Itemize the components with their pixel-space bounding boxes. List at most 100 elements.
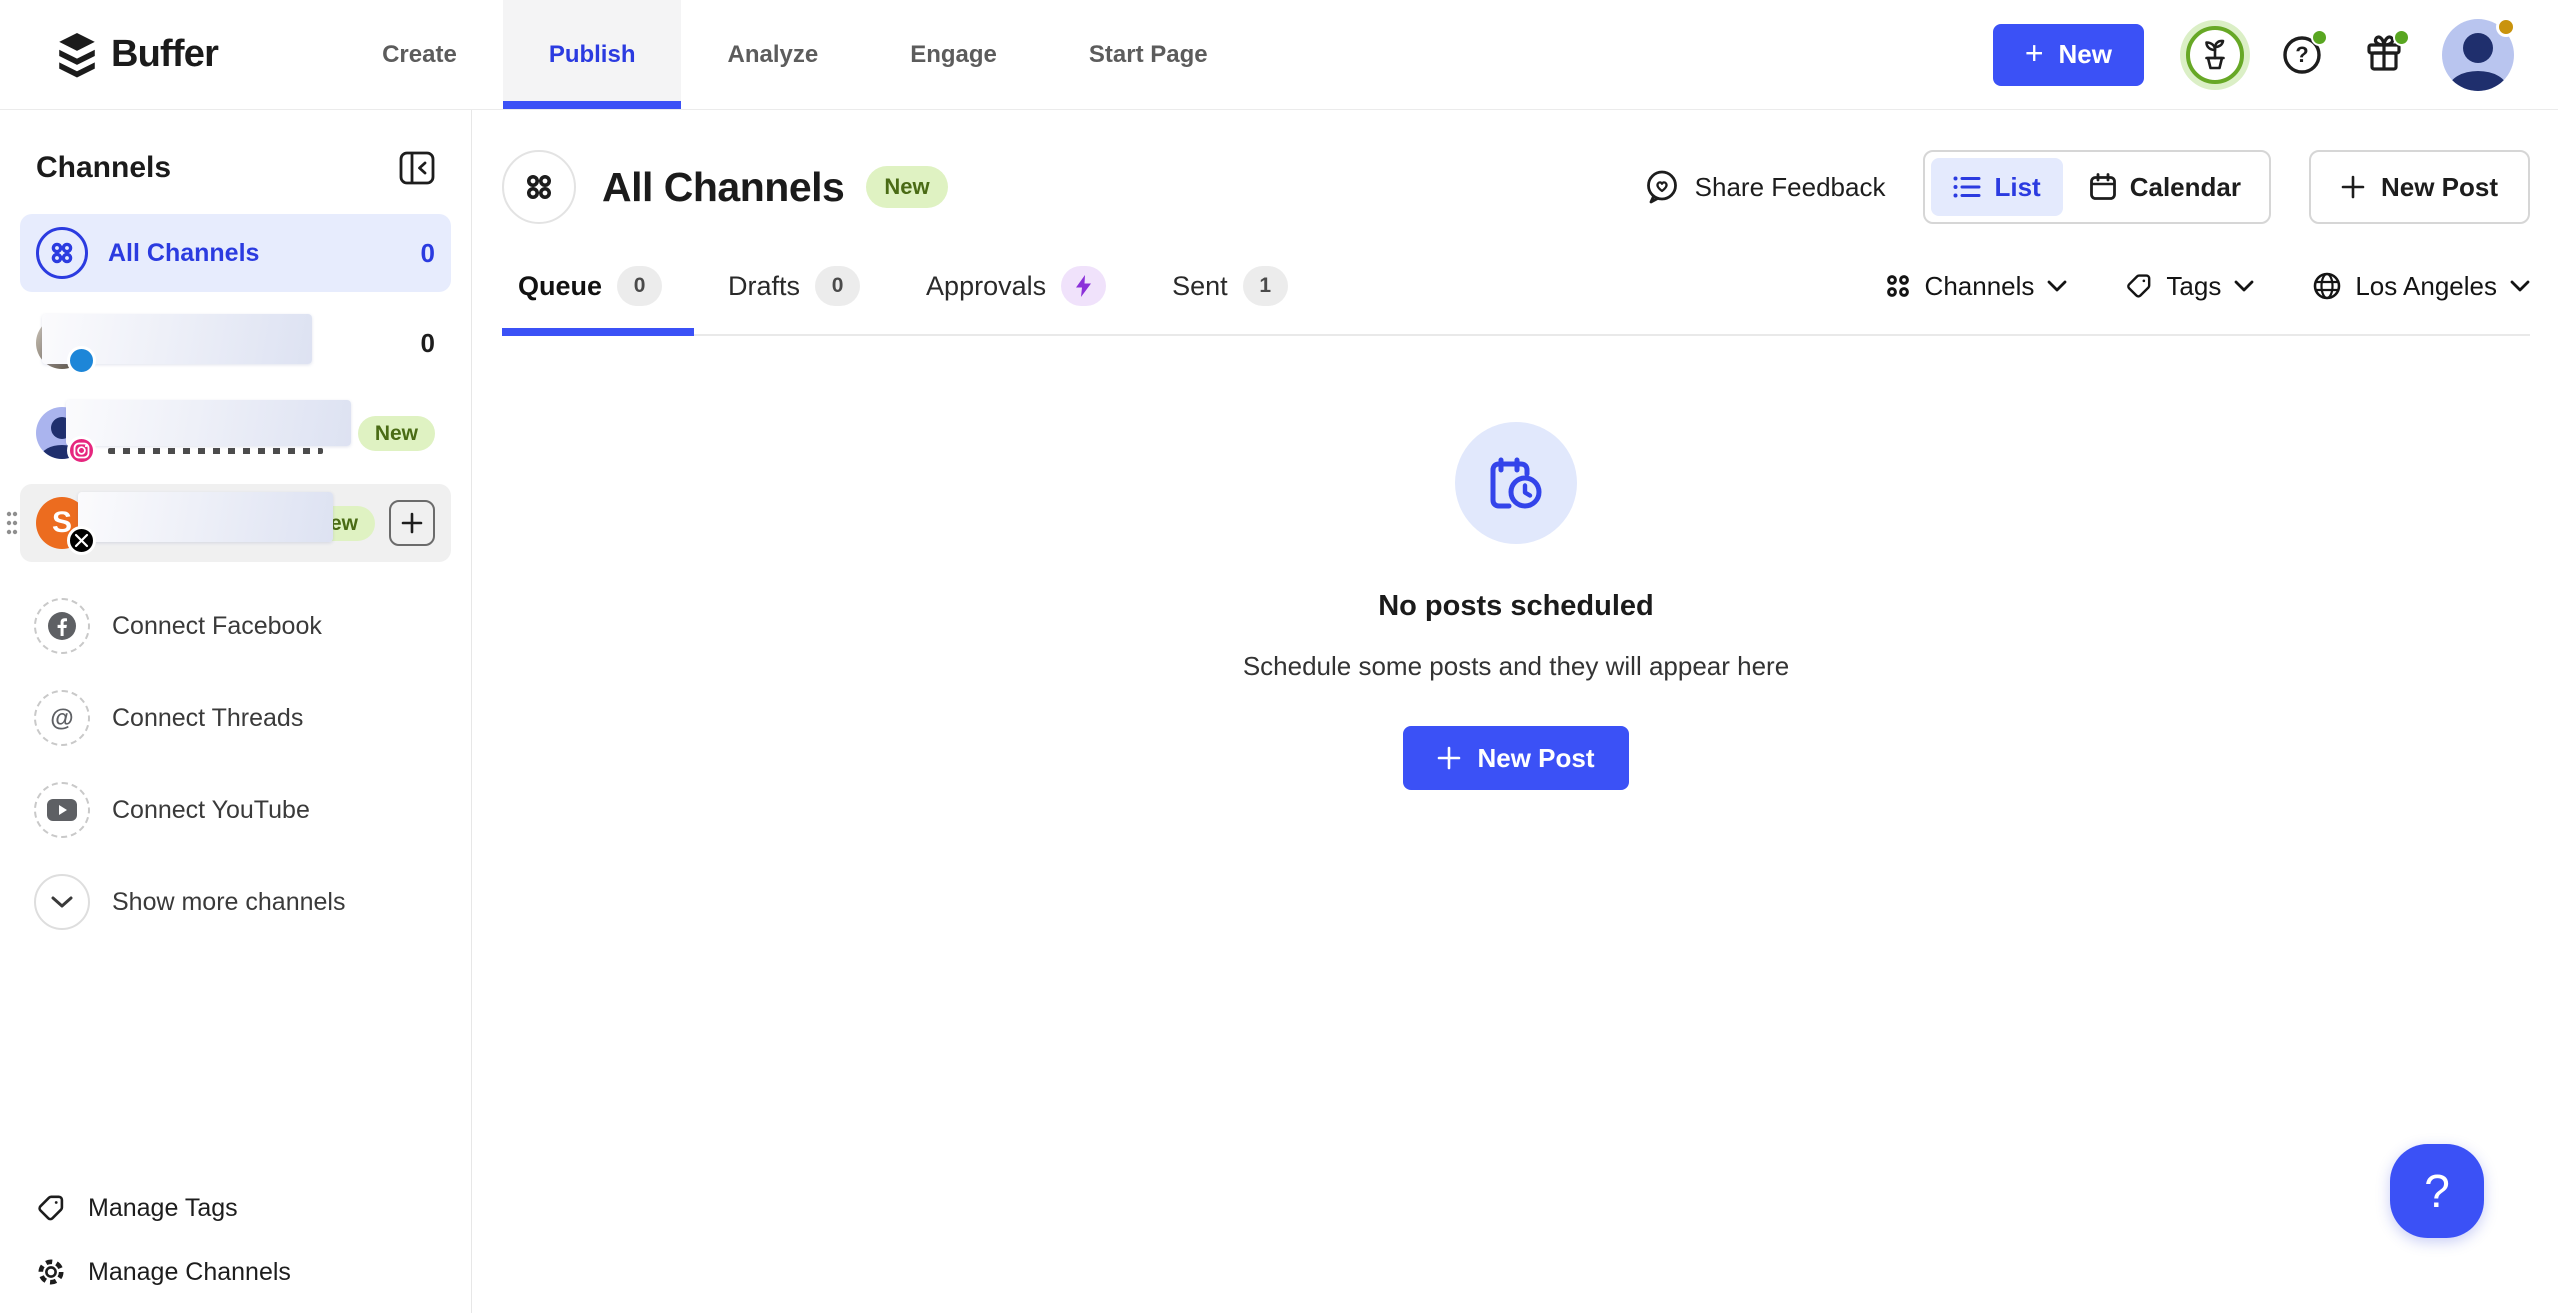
sidebar-item-channel-1[interactable]: 0	[20, 304, 451, 382]
growth-streak-button[interactable]	[2186, 26, 2244, 84]
view-toggle-list[interactable]: List	[1931, 158, 2062, 216]
sidebar-item-channel-2[interactable]: New	[20, 394, 451, 472]
bolt-icon	[1061, 266, 1106, 306]
connect-label: Connect Threads	[112, 704, 303, 733]
svg-text:?: ?	[2295, 42, 2308, 67]
tab-queue[interactable]: Queue 0	[518, 266, 662, 306]
plus-icon	[1437, 746, 1461, 770]
plus-icon	[2341, 175, 2365, 199]
buffer-logo[interactable]: Buffer	[56, 0, 218, 109]
share-feedback-button[interactable]: Share Feedback	[1643, 168, 1886, 206]
filter-channels[interactable]: Channels	[1884, 271, 2068, 302]
tab-sent[interactable]: Sent 1	[1172, 266, 1288, 306]
list-label: List	[1994, 172, 2040, 203]
manage-tags-button[interactable]: Manage Tags	[36, 1193, 435, 1223]
share-feedback-label: Share Feedback	[1695, 172, 1886, 203]
nav-item-create[interactable]: Create	[336, 0, 503, 109]
sidebar-item-channel-3[interactable]: S New	[20, 484, 451, 562]
filter-label: Channels	[1925, 271, 2035, 302]
avatar-status-dot	[2496, 17, 2516, 37]
tab-approvals[interactable]: Approvals	[926, 266, 1106, 306]
all-channels-icon	[36, 227, 88, 279]
help-widget-button[interactable]: ?	[2390, 1144, 2484, 1238]
filter-label: Tags	[2166, 271, 2221, 302]
new-button[interactable]: + New	[1993, 24, 2144, 86]
collapse-sidebar-button[interactable]	[397, 148, 437, 188]
sidebar-item-all-channels[interactable]: All Channels 0	[20, 214, 451, 292]
help-menu-button[interactable]: ?	[2278, 31, 2326, 79]
threads-icon: @	[34, 690, 90, 746]
plant-icon	[2198, 38, 2232, 72]
active-tab-indicator	[502, 328, 694, 336]
top-nav: Buffer Create Publish Analyze Engage Sta…	[0, 0, 2558, 110]
redaction-blur	[66, 400, 351, 446]
channels-sidebar: Channels	[0, 110, 472, 1313]
manage-channels-label: Manage Channels	[88, 1258, 291, 1287]
chevron-down-icon	[2510, 280, 2530, 292]
new-post-button-empty-state[interactable]: New Post	[1403, 726, 1628, 790]
panel-collapse-icon	[399, 151, 435, 185]
page-title: All Channels	[602, 164, 844, 211]
globe-icon	[2312, 271, 2342, 301]
empty-state-subtitle: Schedule some posts and they will appear…	[1243, 651, 1789, 682]
account-avatar[interactable]	[2442, 19, 2514, 91]
chevron-down-icon	[2047, 280, 2067, 292]
nav-item-engage[interactable]: Engage	[864, 0, 1043, 109]
connect-facebook[interactable]: Connect Facebook	[20, 598, 451, 654]
feedback-bubble-icon	[1643, 168, 1681, 206]
svg-text:@: @	[50, 705, 73, 732]
tab-label: Approvals	[926, 271, 1046, 302]
empty-state: No posts scheduled Schedule some posts a…	[502, 422, 2530, 790]
list-icon	[1953, 174, 1981, 200]
empty-state-title: No posts scheduled	[1378, 590, 1654, 623]
show-more-label: Show more channels	[112, 888, 345, 917]
manage-tags-label: Manage Tags	[88, 1194, 238, 1223]
gift-notification-dot	[2393, 29, 2410, 46]
nav-item-analyze[interactable]: Analyze	[681, 0, 864, 109]
tag-icon	[36, 1193, 66, 1223]
plus-icon: +	[2025, 37, 2044, 69]
connect-label: Connect Facebook	[112, 612, 322, 641]
connect-threads[interactable]: @ Connect Threads	[20, 690, 451, 746]
chevron-down-icon	[2234, 280, 2254, 292]
youtube-icon	[34, 782, 90, 838]
channel-label: All Channels	[108, 239, 421, 268]
tab-label: Drafts	[728, 271, 800, 302]
channel-count: 0	[421, 238, 435, 269]
sidebar-title: Channels	[36, 151, 171, 185]
main-nav: Create Publish Analyze Engage Start Page	[336, 0, 1254, 109]
redaction-blur	[78, 492, 333, 542]
nav-right-cluster: + New ?	[1993, 0, 2514, 109]
filter-tags[interactable]: Tags	[2125, 271, 2254, 302]
channel-count: 0	[421, 328, 435, 359]
connect-channel-list: Connect Facebook @ Connect Threads Con	[0, 598, 471, 930]
brand-name: Buffer	[111, 33, 218, 76]
gift-button[interactable]	[2360, 31, 2408, 79]
filter-timezone[interactable]: Los Angeles	[2312, 271, 2530, 302]
add-to-channel-button[interactable]	[389, 500, 435, 546]
queue-filters: Channels Tags	[1884, 271, 2530, 302]
connect-label: Connect YouTube	[112, 796, 310, 825]
buffer-logo-icon	[56, 32, 98, 78]
view-toggle-calendar[interactable]: Calendar	[2067, 158, 2263, 216]
channel-list: All Channels 0 0	[0, 214, 471, 562]
show-more-channels[interactable]: Show more channels	[20, 874, 451, 930]
all-channels-header-icon	[502, 150, 576, 224]
tab-count-badge: 0	[617, 266, 662, 306]
tab-label: Sent	[1172, 271, 1228, 302]
facebook-icon	[34, 598, 90, 654]
tab-count-badge: 1	[1243, 266, 1288, 306]
tab-drafts[interactable]: Drafts 0	[728, 266, 860, 306]
drag-handle[interactable]	[5, 510, 19, 536]
new-post-label: New Post	[1477, 743, 1594, 774]
help-question-mark: ?	[2424, 1164, 2450, 1218]
calendar-clock-icon	[1455, 422, 1577, 544]
nav-item-start-page[interactable]: Start Page	[1043, 0, 1254, 109]
nav-item-publish[interactable]: Publish	[503, 0, 682, 109]
new-post-button-header[interactable]: New Post	[2309, 150, 2530, 224]
gear-icon	[36, 1257, 66, 1287]
grid-dots-icon	[1884, 272, 1912, 300]
publish-main: All Channels New Share Feedback	[472, 110, 2558, 1313]
manage-channels-button[interactable]: Manage Channels	[36, 1257, 435, 1287]
connect-youtube[interactable]: Connect YouTube	[20, 782, 451, 838]
